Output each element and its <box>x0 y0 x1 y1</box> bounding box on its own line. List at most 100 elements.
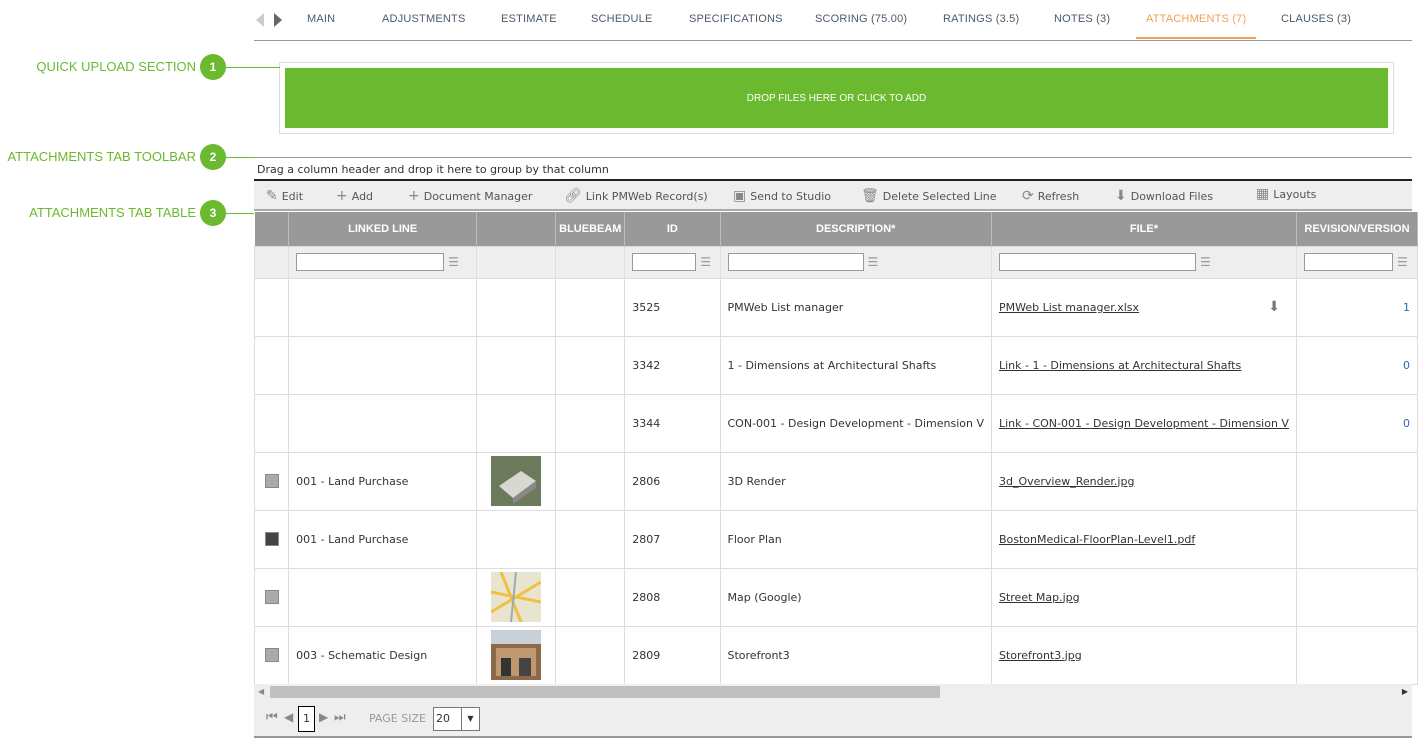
file-link[interactable]: Street Map.jpg <box>999 591 1080 604</box>
filter-input[interactable] <box>1303 253 1393 271</box>
table-row[interactable]: 3344 CON-001 - Design Development - Dime… <box>253 393 1418 453</box>
current-page[interactable]: 1 <box>298 706 315 732</box>
thumbnail-image[interactable] <box>491 572 542 622</box>
column-header[interactable] <box>254 212 290 246</box>
file-link[interactable]: Link - 1 - Dimensions at Architectural S… <box>999 359 1241 372</box>
tab-scoring[interactable]: SCORING (75.00) <box>815 13 907 25</box>
filter-icon[interactable]: ☰ <box>700 255 711 269</box>
filter-input[interactable] <box>632 253 697 271</box>
filter-icon[interactable]: ☰ <box>868 255 879 269</box>
tab-schedule[interactable]: SCHEDULE <box>591 13 653 25</box>
description-cell: Floor Plan <box>719 509 992 569</box>
send-to-studio-button[interactable]: ▣ Send to Studio <box>733 188 831 204</box>
linked-line-cell <box>288 277 478 337</box>
tab-ratings[interactable]: RATINGS (3.5) <box>943 13 1019 25</box>
file-link[interactable]: Storefront3.jpg <box>999 649 1082 662</box>
revision-cell <box>1295 509 1418 569</box>
row-image-icon[interactable] <box>264 532 279 546</box>
edit-button[interactable]: ✎ Edit <box>266 188 303 204</box>
revision-cell: 1 <box>1295 277 1418 337</box>
id-cell: 2808 <box>624 567 721 627</box>
column-header[interactable]: ID <box>624 212 721 246</box>
description-cell: CON-001 - Design Development - Dimension… <box>719 393 992 453</box>
button-label: Download Files <box>1130 189 1214 203</box>
attachments-toolbar: ✎ Edit + Add + Document Manager 🔗︎ Link PMWeb R… <box>254 181 1412 211</box>
filter-input[interactable] <box>998 253 1196 271</box>
scroll-right-icon[interactable] <box>274 13 282 27</box>
tab-estimate[interactable]: ESTIMATE <box>501 13 557 25</box>
drop-zone[interactable]: DROP FILES HERE OR CLICK TO ADD <box>285 68 1388 128</box>
callout-line <box>226 157 254 158</box>
next-page-icon[interactable]: ▶ <box>319 710 328 724</box>
thumbnail-image[interactable] <box>491 630 542 680</box>
bluebeam-cell <box>555 509 626 569</box>
description-cell: Storefront3 <box>719 625 992 685</box>
table-row[interactable]: 003 - Schematic Design 2809 Storefront3 … <box>253 625 1418 685</box>
filter-input[interactable] <box>296 253 445 271</box>
filter-icon[interactable]: ☰ <box>1397 255 1408 269</box>
tab-attachments[interactable]: ATTACHMENTS (7) <box>1135 13 1257 39</box>
file-link[interactable]: 3d_Overview_Render.jpg <box>999 475 1134 488</box>
page-size-select[interactable]: 20 ▼ <box>433 707 480 731</box>
delete-selected-line-button[interactable]: 🗑︎ Delete Selected Line <box>861 188 997 204</box>
link-icon: 🔗︎ <box>564 188 582 204</box>
horizontal-scrollbar[interactable]: ◀ ▶ <box>254 684 1412 700</box>
linked-line-cell <box>288 335 478 395</box>
table-row[interactable]: 001 - Land Purchase 2807 Floor Plan Bost… <box>253 509 1418 569</box>
file-link[interactable]: BostonMedical-FloorPlan-Level1.pdf <box>999 533 1195 546</box>
table-row[interactable]: 001 - Land Purchase 2806 3D Render 3d_Ov… <box>253 451 1418 511</box>
plus-icon: + <box>408 188 420 204</box>
tab-clauses[interactable]: CLAUSES (3) <box>1281 13 1351 25</box>
download-icon[interactable]: ⬇ <box>1268 299 1280 315</box>
column-header[interactable] <box>476 212 557 246</box>
callout-number: 1 <box>200 54 226 80</box>
button-label: Layouts <box>1273 187 1317 201</box>
row-image-icon[interactable] <box>264 474 279 488</box>
column-header[interactable]: FILE* <box>991 212 1297 246</box>
thumbnail-image[interactable] <box>491 456 542 506</box>
file-link[interactable]: Link - CON-001 - Design Development - Di… <box>999 417 1289 430</box>
first-page-icon[interactable]: ⏮ <box>266 710 278 725</box>
table-row[interactable]: 3525 PMWeb List manager PMWeb List manag… <box>253 277 1418 337</box>
description-cell: Map (Google) <box>719 567 992 627</box>
button-label: Document Manager <box>423 189 533 203</box>
filter-input[interactable] <box>727 253 864 271</box>
last-page-icon[interactable]: ⏭ <box>334 710 346 725</box>
link-pmweb-record-s-button[interactable]: 🔗︎ Link PMWeb Record(s) <box>564 188 708 204</box>
file-link[interactable]: PMWeb List manager.xlsx <box>999 301 1139 314</box>
group-by-panel[interactable]: Drag a column header and drop it here to… <box>254 157 1412 181</box>
filter-icon[interactable]: ☰ <box>448 255 459 269</box>
prev-page-icon[interactable]: ◀ <box>284 710 293 724</box>
callout-line <box>226 213 254 214</box>
download-files-button[interactable]: ⬇ Download Files <box>1115 188 1213 204</box>
tab-specifications[interactable]: SPECIFICATIONS <box>689 13 783 25</box>
revision-cell <box>1295 451 1418 511</box>
document-manager-button[interactable]: + Document Manager <box>408 188 532 204</box>
scroll-left-icon[interactable]: ◀ <box>258 687 264 696</box>
column-header[interactable]: DESCRIPTION* <box>720 212 992 246</box>
bluebeam-cell <box>555 625 626 685</box>
tab-main[interactable]: MAIN <box>307 13 335 25</box>
refresh-button[interactable]: ⟳ Refresh <box>1022 188 1079 204</box>
scroll-left-icon[interactable] <box>256 13 264 27</box>
quick-upload-section[interactable]: DROP FILES HERE OR CLICK TO ADD <box>279 62 1394 134</box>
table-row[interactable]: 3342 1 - Dimensions at Architectural Sha… <box>253 335 1418 395</box>
column-header[interactable]: LINKED LINE <box>288 212 478 246</box>
scroll-thumb[interactable] <box>270 686 940 698</box>
add-button[interactable]: + Add <box>336 188 373 204</box>
pager: ⏮ ◀ 1 ▶ ⏭ PAGE SIZE 20 ▼ <box>254 700 1412 738</box>
scroll-right-icon[interactable]: ▶ <box>1402 687 1408 696</box>
row-image-icon[interactable] <box>264 590 279 604</box>
row-image-icon[interactable] <box>264 648 279 662</box>
table-row[interactable]: 2808 Map (Google) Street Map.jpg <box>253 567 1418 627</box>
column-header[interactable]: BLUEBEAM <box>555 212 626 246</box>
linked-line-cell <box>288 393 478 453</box>
column-header[interactable]: REVISION/VERSION <box>1296 212 1418 246</box>
tab-notes[interactable]: NOTES (3) <box>1054 13 1110 25</box>
tab-adjustments[interactable]: ADJUSTMENTS <box>382 13 465 25</box>
chevron-down-icon[interactable]: ▼ <box>461 708 479 730</box>
filter-icon[interactable]: ☰ <box>1200 255 1211 269</box>
id-cell: 3342 <box>624 335 721 395</box>
layouts-button[interactable]: ▦ Layouts <box>1256 186 1316 202</box>
id-cell: 3344 <box>624 393 721 453</box>
